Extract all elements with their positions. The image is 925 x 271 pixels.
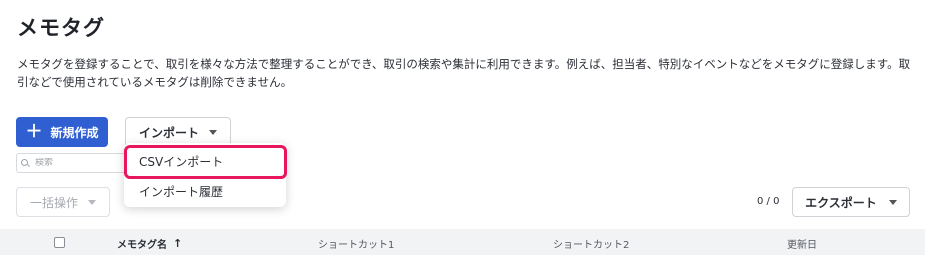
bulk-action-label: 一括操作 — [29, 195, 78, 210]
select-all-checkbox[interactable] — [54, 237, 65, 248]
chevron-down-icon — [888, 199, 897, 205]
column-header-shortcut2: ショートカット2 — [553, 240, 630, 251]
search-icon — [21, 158, 30, 168]
search-field[interactable] — [16, 153, 126, 173]
export-button-label: エクスポート — [805, 195, 877, 210]
search-input[interactable] — [35, 158, 115, 168]
page-title: メモタグ — [17, 16, 105, 40]
column-header-updated-date: 更新日 — [787, 240, 817, 251]
column-header-memotag-name[interactable]: メモタグ名 ↑ — [117, 236, 182, 251]
new-button-label: 新規作成 — [50, 125, 99, 140]
record-count: 0 / 0 — [757, 196, 780, 207]
bulk-action-button[interactable]: 一括操作 — [16, 187, 110, 217]
table-header: メモタグ名 ↑ ショートカット1 ショートカット2 更新日 — [0, 229, 925, 255]
export-button[interactable]: エクスポート — [792, 187, 910, 217]
menu-item-import-history-label: インポート履歴 — [139, 184, 224, 199]
column-header-memotag-name-label: メモタグ名 — [117, 240, 167, 251]
chevron-down-icon — [209, 129, 217, 135]
page-description: メモタグを登録することで、取引を様々な方法で整理することができ、取引の検索や集計… — [17, 57, 911, 89]
sort-ascending-icon: ↑ — [173, 237, 183, 250]
menu-item-import-history[interactable]: インポート履歴 — [124, 176, 286, 206]
chevron-down-icon — [88, 199, 96, 205]
new-button[interactable]: ＋ 新規作成 — [16, 117, 108, 147]
plus-icon: ＋ — [25, 121, 43, 142]
column-header-shortcut1: ショートカット1 — [318, 240, 395, 251]
csv-import-highlight — [124, 145, 287, 179]
import-button-label: インポート — [138, 125, 199, 140]
